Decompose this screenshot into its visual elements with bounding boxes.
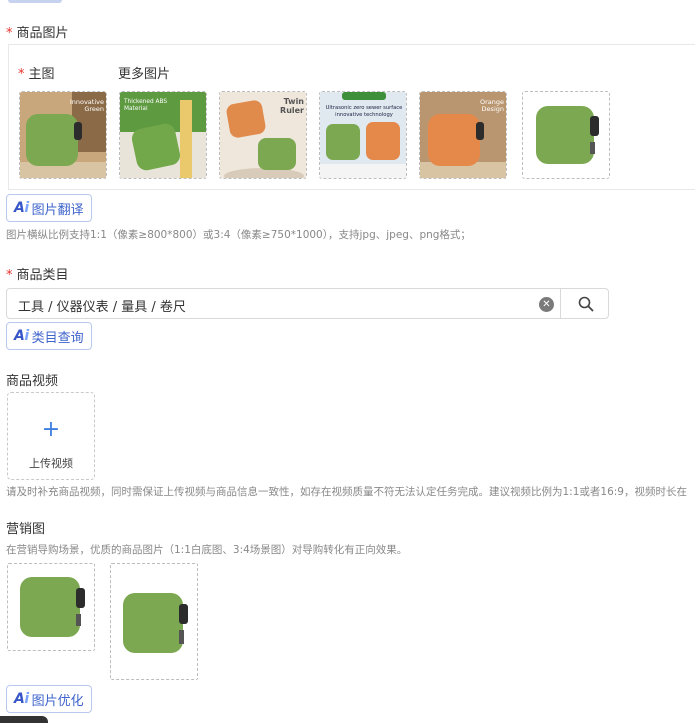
bottom-corner-element	[0, 716, 48, 723]
more-image-thumb-4[interactable]: Orange Design	[419, 91, 507, 179]
thumb-caption-1: Twin	[284, 97, 305, 106]
category-search-button[interactable]	[560, 288, 610, 319]
product-images-label: * 商品图片	[6, 26, 69, 41]
video-hint: 请及时补充商品视频，同时需保证上传视频与商品信息一致性，如存在视频质量不符无法认…	[6, 486, 687, 498]
more-image-thumb-3[interactable]: Ultrasonic zero sewer surface innovative…	[319, 91, 407, 179]
category-query-label: 类目查询	[31, 330, 84, 346]
image-optimize-label: 图片优化	[31, 693, 84, 709]
marketing-hint: 在营销导购场景，优质的商品图片（1:1白底图、3:4场景图）对导购转化有正向效果…	[6, 544, 408, 556]
image-translate-button[interactable]: Ai 图片翻译	[6, 194, 92, 222]
ai-icon: Ai	[14, 691, 29, 707]
more-image-thumb-2[interactable]: Twin Ruler	[219, 91, 307, 179]
image-format-hint: 图片横纵比例支持1:1（像素≥800*800）或3:4（像素≥750*1000）…	[6, 229, 471, 241]
thumb-caption-1: Ultrasonic zero sewer surface	[326, 105, 403, 111]
marketing-label: 营销图	[6, 522, 46, 537]
thumb-caption-2: Material	[124, 106, 148, 112]
thumb-caption-2: Green	[84, 105, 104, 113]
product-images-panel: * 主图 更多图片 Innovative Green Thickened ABS …	[8, 44, 695, 190]
category-query-button[interactable]: Ai 类目查询	[6, 322, 92, 350]
main-image-thumb[interactable]: Innovative Green	[19, 91, 107, 179]
more-images-label: 更多图片	[118, 67, 171, 82]
category-value: 工具 / 仪器仪表 / 量具 / 卷尺	[18, 300, 186, 315]
more-image-thumb-1[interactable]: Thickened ABS Material	[119, 91, 207, 179]
clear-icon[interactable]: ✕	[539, 297, 554, 312]
plus-icon: +	[41, 417, 61, 442]
upload-video-label: 上传视频	[29, 457, 73, 470]
ai-icon: Ai	[14, 200, 29, 216]
image-optimize-button[interactable]: Ai 图片优化	[6, 685, 92, 713]
ai-icon: Ai	[14, 328, 29, 344]
thumb-caption-2: Ruler	[280, 106, 304, 115]
category-field[interactable]: 工具 / 仪器仪表 / 量具 / 卷尺 ✕	[6, 288, 609, 319]
upload-video-button[interactable]: + 上传视频	[7, 392, 95, 480]
marketing-image-portrait[interactable]	[110, 563, 198, 680]
video-label: 商品视频	[6, 374, 59, 389]
image-translate-label: 图片翻译	[31, 202, 84, 218]
marketing-image-square[interactable]	[7, 563, 95, 651]
thumb-caption-2: Design	[482, 105, 504, 113]
category-label: * 商品类目	[6, 268, 69, 283]
more-image-thumb-5[interactable]	[522, 91, 610, 179]
top-tab-indicator	[8, 0, 62, 3]
thumb-caption-1: Thickened ABS	[123, 99, 167, 105]
thumb-caption-2: innovative technology	[335, 112, 393, 118]
main-image-label: * 主图	[18, 67, 55, 82]
search-icon	[578, 296, 593, 311]
